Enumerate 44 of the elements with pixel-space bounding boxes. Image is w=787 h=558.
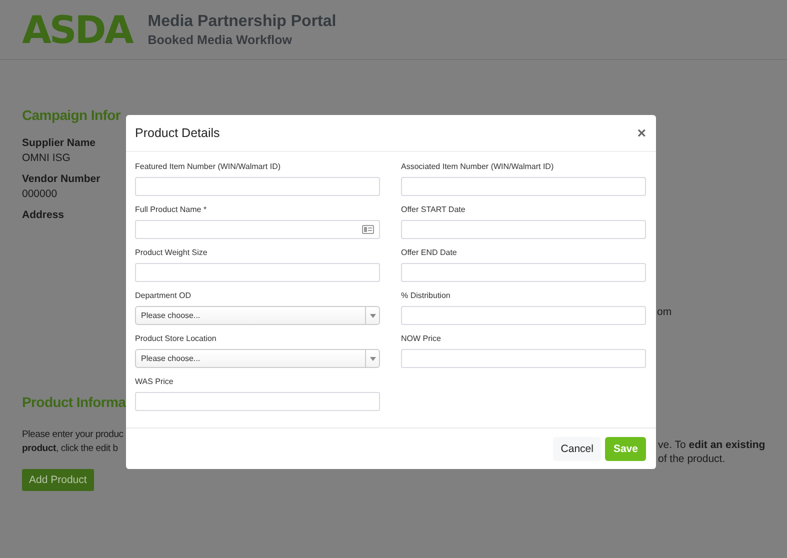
input-field[interactable] (135, 263, 380, 282)
input-field[interactable] (401, 263, 646, 282)
instruction-text: of the product. (658, 452, 726, 466)
field-label: Product Store Location (135, 334, 216, 344)
add-product-button[interactable]: Add Product (22, 469, 94, 491)
field-label: Supplier Name (22, 137, 96, 149)
input-field[interactable] (135, 220, 380, 239)
instruction-text: product, click the edit b (22, 442, 119, 456)
section-heading: Campaign Infor (22, 107, 120, 123)
dropdown[interactable]: Please choose... (135, 349, 380, 368)
dropdown[interactable]: Please choose... (135, 306, 380, 325)
field-value: OMNI ISG (22, 152, 72, 164)
dialog-title: Product Details (135, 126, 220, 140)
caret-icon (370, 356, 376, 360)
input-field[interactable] (401, 220, 646, 239)
field-label: Offer END Date (401, 248, 457, 258)
field-label: Product Weight Size (135, 248, 208, 258)
field-label: WAS Price (135, 377, 174, 387)
field-label: Address (22, 209, 64, 221)
field-label: Associated Item Number (WIN/Walmart ID) (401, 162, 554, 172)
field-value: om (657, 306, 672, 318)
input-field[interactable] (401, 306, 646, 325)
field-value: 000000 (22, 188, 58, 200)
logo: ASDA (22, 8, 132, 52)
field-label: Vendor Number (22, 173, 100, 185)
section-heading: Product Informa (22, 394, 126, 410)
instruction-text: Please enter your produc (22, 428, 124, 442)
input-field[interactable] (135, 177, 380, 196)
field-label: % Distribution (401, 291, 450, 301)
portal-title: Media Partnership Portal (148, 12, 336, 30)
contact-card-icon (362, 225, 374, 234)
field-label: Department OD (135, 291, 192, 301)
caret-icon (370, 314, 376, 318)
close-button[interactable]: × (637, 124, 646, 142)
field-label: Full Product Name * (135, 205, 207, 215)
field-label: Offer START Date (401, 205, 466, 215)
cancel-button[interactable]: Cancel (552, 437, 602, 461)
input-field[interactable] (401, 177, 646, 196)
portal-subtitle: Booked Media Workflow (148, 32, 293, 46)
field-label: Featured Item Number (WIN/Walmart ID) (135, 162, 281, 172)
instruction-text: ve. To edit an existing (658, 438, 766, 452)
input-field[interactable] (401, 349, 646, 368)
input-field[interactable] (135, 392, 380, 411)
field-label: NOW Price (401, 334, 441, 344)
